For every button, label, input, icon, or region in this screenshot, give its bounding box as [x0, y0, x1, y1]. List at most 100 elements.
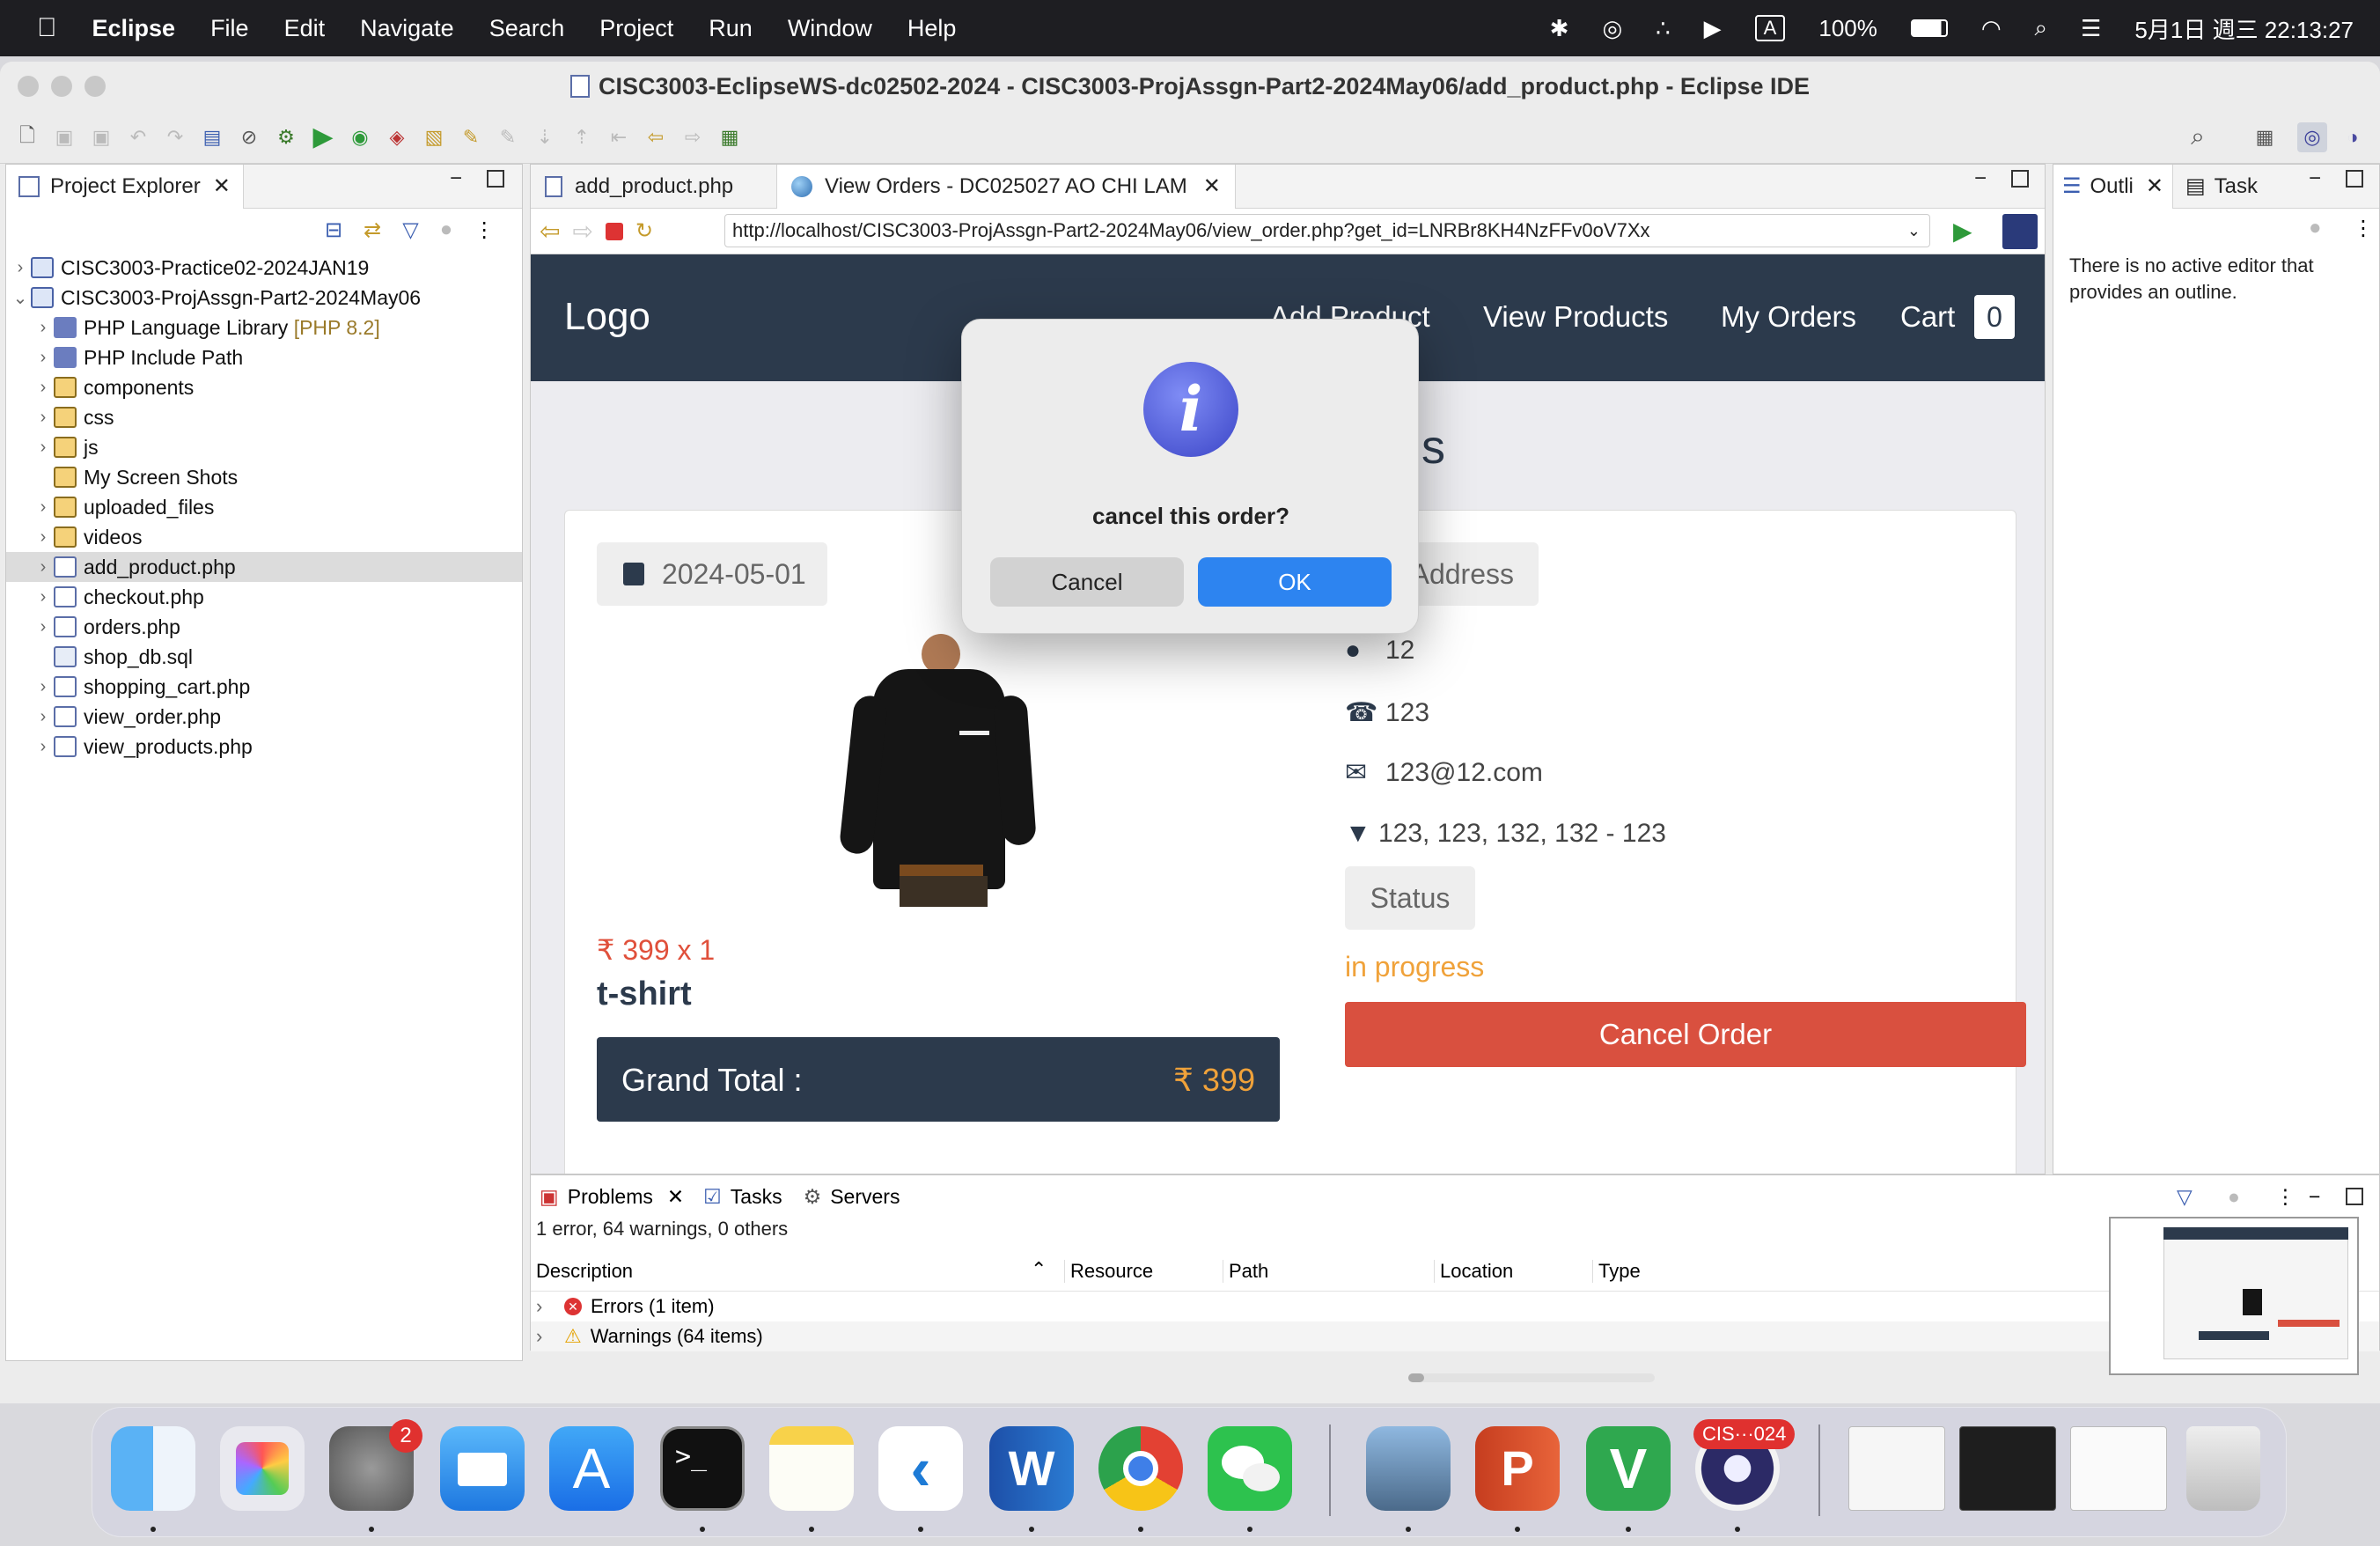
col-location[interactable]: Location	[1434, 1260, 1513, 1283]
back-icon[interactable]: ⇦	[540, 217, 560, 246]
tree-item-practice02[interactable]: › CISC3003-Practice02-2024JAN19	[10, 253, 370, 283]
close-icon[interactable]: ✕	[667, 1185, 684, 1209]
tree-item-js[interactable]: › js	[33, 432, 99, 462]
clock[interactable]: 5月1日 週三 22:13:27	[2134, 12, 2354, 45]
tab-tasks[interactable]: ☑ Tasks	[693, 1185, 792, 1209]
terminal-app-icon[interactable]: >_	[660, 1426, 745, 1511]
filter-icon[interactable]: ▽	[402, 217, 418, 243]
minimize-window-button[interactable]	[51, 76, 72, 97]
trash-icon[interactable]	[2186, 1426, 2260, 1511]
spotlight-icon[interactable]: ⌕	[2035, 14, 2048, 42]
run-icon[interactable]: ▶	[308, 122, 338, 152]
tree-item-projassgn[interactable]: ⌄ CISC3003-ProjAssgn-Part2-2024May06	[10, 283, 421, 313]
minimized-window-word[interactable]	[2070, 1426, 2167, 1511]
external-tools-icon[interactable]: ◈	[382, 122, 412, 152]
chevron-right-icon[interactable]: ›	[33, 318, 54, 338]
tree-item-shop-db[interactable]: shop_db.sql	[33, 642, 193, 672]
minimize-icon[interactable]: −	[450, 166, 462, 191]
url-field[interactable]: http://localhost/CISC3003-ProjAssgn-Part…	[724, 214, 1930, 247]
tree-item-add-product[interactable]: › add_product.php	[6, 552, 522, 582]
pin-editor-icon[interactable]: ▦	[715, 122, 745, 152]
back-icon[interactable]: ⇦	[641, 122, 671, 152]
tree-item-include-path[interactable]: › PHP Include Path	[33, 342, 243, 372]
chevron-right-icon[interactable]: ›	[33, 497, 54, 518]
view-menu-icon[interactable]: ⋮	[2353, 216, 2374, 241]
nav-my-orders[interactable]: My Orders	[1721, 300, 1856, 334]
play-icon[interactable]: ▶	[1704, 15, 1722, 42]
input-source[interactable]: A	[1754, 15, 1786, 41]
forward-icon[interactable]: ⇨	[678, 122, 708, 152]
view-menu-icon[interactable]: ⋮	[474, 217, 495, 243]
maximize-icon[interactable]	[487, 170, 504, 188]
vscode-icon[interactable]: ‹	[878, 1426, 963, 1511]
open-perspective-icon[interactable]: ▦	[2250, 122, 2280, 152]
chevron-right-icon[interactable]: ›	[33, 348, 54, 368]
maximize-icon[interactable]	[2346, 1188, 2363, 1205]
tab-servers[interactable]: ⚙ Servers	[793, 1185, 911, 1209]
view-menu-icon[interactable]: ⋮	[2275, 1185, 2296, 1209]
table-row[interactable]: › ⚠ Warnings (64 items)	[531, 1321, 2379, 1351]
menu-run[interactable]: Run	[709, 15, 753, 42]
tree-item-php-library[interactable]: › PHP Language Library [PHP 8.2]	[33, 313, 380, 342]
chevron-right-icon[interactable]: ›	[33, 408, 54, 428]
search-icon[interactable]: ⌕	[2183, 122, 2213, 152]
window-preview-thumbnail[interactable]	[2109, 1217, 2359, 1375]
tree-item-uploaded-files[interactable]: › uploaded_files	[33, 492, 215, 522]
chevron-right-icon[interactable]: ›	[33, 557, 54, 578]
tab-add-product[interactable]: add_product.php	[531, 164, 777, 209]
menu-navigate[interactable]: Navigate	[360, 15, 454, 42]
bluetooth-icon[interactable]: ✱	[1550, 15, 1569, 42]
col-resource[interactable]: Resource	[1064, 1260, 1153, 1283]
tree-item-videos[interactable]: › videos	[33, 522, 143, 552]
save-icon[interactable]: ▣	[49, 122, 79, 152]
skip-breakpoints-icon[interactable]: ⊘	[234, 122, 264, 152]
app-store-icon[interactable]: A	[549, 1426, 634, 1511]
chevron-right-icon[interactable]: ›	[33, 587, 54, 607]
tree-item-orders[interactable]: › orders.php	[33, 612, 180, 642]
minimize-icon[interactable]: −	[2309, 166, 2321, 191]
launchpad-icon[interactable]	[220, 1426, 305, 1511]
tree-item-screenshots[interactable]: My Screen Shots	[33, 462, 238, 492]
airdrop-icon[interactable]: ◎	[1602, 15, 1622, 42]
new-icon[interactable]: 🗋	[12, 122, 42, 152]
debug-perspective-icon[interactable]: ◑	[2338, 122, 2368, 152]
notes-icon[interactable]	[769, 1426, 854, 1511]
chrome-icon[interactable]	[1098, 1426, 1183, 1511]
menu-file[interactable]: File	[210, 15, 249, 42]
minimized-window-vscode[interactable]	[1959, 1426, 2056, 1511]
mail-icon[interactable]	[440, 1426, 525, 1511]
powerpoint-icon[interactable]: P	[1475, 1426, 1560, 1511]
tree-item-view-order[interactable]: › view_order.php	[33, 702, 221, 732]
nav-cart[interactable]: Cart	[1900, 300, 1955, 334]
collapse-all-icon[interactable]: ⊟	[325, 217, 342, 243]
menu-window[interactable]: Window	[788, 15, 872, 42]
dialog-ok-button[interactable]: OK	[1198, 557, 1392, 607]
debug-icon[interactable]: ⚙	[271, 122, 301, 152]
menu-edit[interactable]: Edit	[284, 15, 326, 42]
wifi-icon[interactable]: ◠	[1981, 15, 2002, 42]
close-icon[interactable]: ✕	[213, 173, 231, 199]
tab-task[interactable]: ▤ Task	[2173, 165, 2270, 209]
chevron-right-icon[interactable]: ›	[33, 737, 54, 757]
horizontal-scrollbar[interactable]	[1408, 1373, 1655, 1382]
tab-project-explorer[interactable]: Project Explorer ✕	[6, 164, 244, 209]
close-icon[interactable]: ✕	[1203, 173, 1221, 199]
chevron-right-icon[interactable]: ›	[33, 378, 54, 398]
display-icon[interactable]: ∴	[1656, 15, 1671, 42]
chevron-right-icon[interactable]: ›	[536, 1325, 564, 1348]
chevron-down-icon[interactable]: ⌄	[1907, 222, 1921, 240]
minimized-window-chrome[interactable]	[1848, 1426, 1945, 1511]
chevron-down-icon[interactable]: ⌄	[10, 287, 31, 309]
tab-problems[interactable]: ▣ Problems ✕	[531, 1175, 694, 1218]
preview-icon[interactable]	[1366, 1426, 1451, 1511]
sync-icon[interactable]: ●	[2228, 1185, 2240, 1209]
tree-item-components[interactable]: › components	[33, 372, 195, 402]
tree-item-view-products[interactable]: › view_products.php	[33, 732, 253, 762]
chevron-right-icon[interactable]: ›	[33, 617, 54, 637]
redo-icon[interactable]: ↷	[160, 122, 190, 152]
vim-icon[interactable]: V	[1586, 1426, 1671, 1511]
stop-icon[interactable]	[605, 222, 623, 240]
tab-outline[interactable]: ☰ Outli ✕	[2053, 164, 2173, 209]
close-window-button[interactable]	[18, 76, 39, 97]
app-menu[interactable]: Eclipse	[92, 15, 176, 42]
